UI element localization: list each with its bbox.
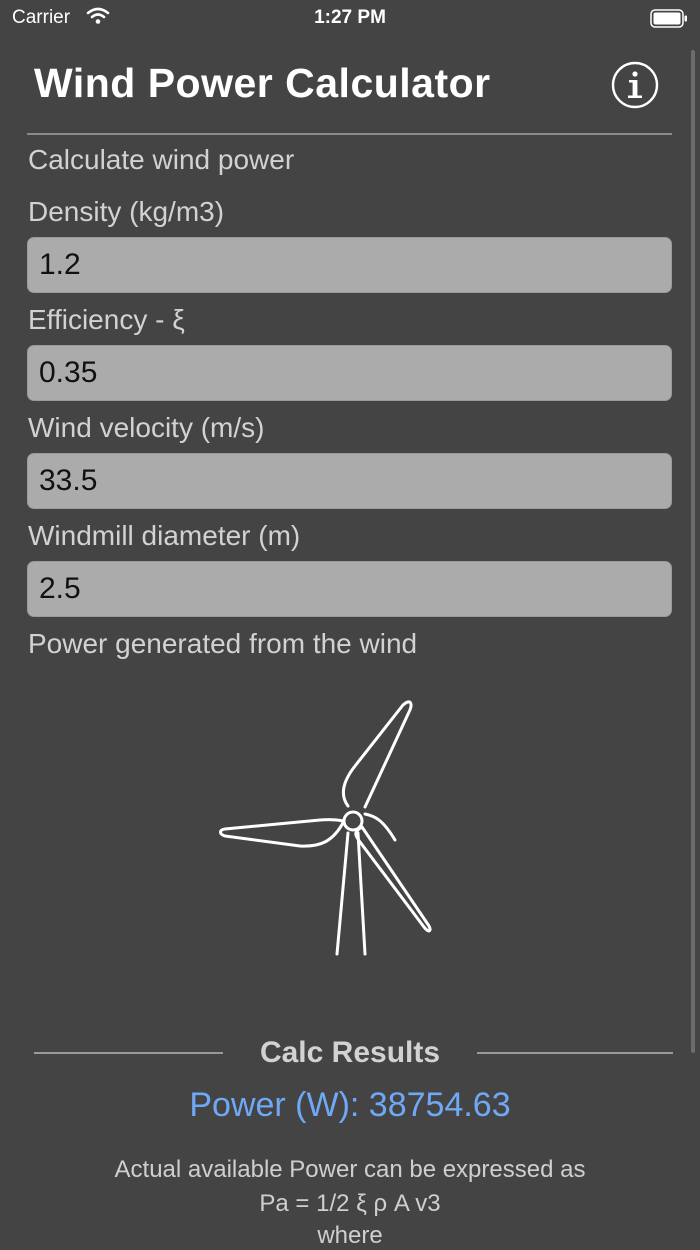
density-field[interactable]: 1.2 (27, 237, 672, 293)
power-label: Power generated from the wind (28, 628, 418, 659)
formula-note-line1: Actual available Power can be expressed … (114, 1156, 586, 1183)
velocity-field[interactable]: 33.5 (27, 453, 672, 509)
results-title: Calc Results (259, 1036, 441, 1069)
diameter-label: Windmill diameter (m) (28, 520, 301, 551)
intro-label: Calculate wind power (28, 144, 295, 175)
page-title: Wind Power Calculator (34, 60, 491, 106)
status-bar: Carrier 1:27 PM (0, 0, 700, 38)
formula-note-line3: where (317, 1222, 383, 1249)
power-result: Power (W): 38754.63 (189, 1086, 511, 1124)
wind-turbine-icon (219, 700, 432, 956)
density-label: Density (kg/m3) (28, 196, 225, 227)
formula-note-line2: Pa = 1/2 ξ ρ A v3 (259, 1190, 441, 1217)
status-time: 1:27 PM (314, 7, 386, 28)
efficiency-field[interactable]: 0.35 (27, 345, 672, 401)
header-divider (27, 133, 672, 135)
diameter-field[interactable]: 2.5 (27, 561, 672, 617)
wind-turbine-illustration (205, 690, 445, 965)
battery-icon (650, 9, 688, 35)
info-button[interactable] (611, 61, 659, 109)
velocity-label: Wind velocity (m/s) (28, 412, 265, 443)
info-circle-icon (611, 61, 659, 109)
scroll-indicator[interactable] (691, 50, 695, 1053)
efficiency-label: Efficiency - ξ (28, 304, 185, 335)
